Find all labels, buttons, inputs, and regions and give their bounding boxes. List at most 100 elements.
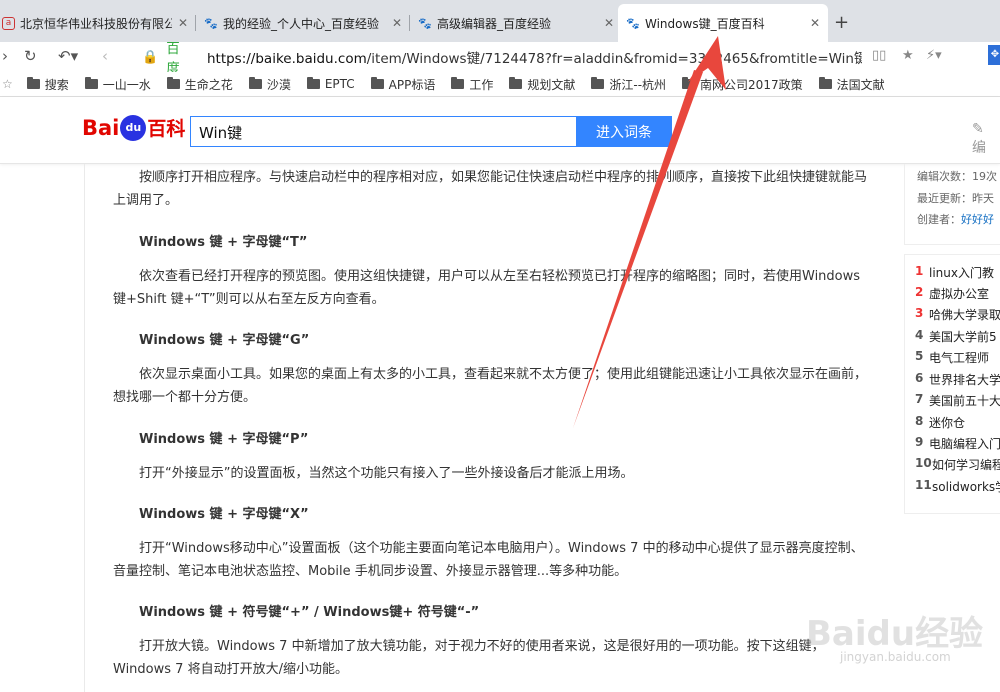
creator-link[interactable]: 好好好 [961,213,994,226]
list-item[interactable]: 2 虚拟办公室 [915,285,989,302]
close-icon[interactable]: ✕ [392,16,402,30]
bookmark-label: 浙江--杭州 [609,77,667,92]
star-icon[interactable]: ★ [902,48,914,63]
list-item[interactable]: 10 如何学习编程 [915,456,1000,473]
folder-icon [682,77,696,89]
pencil-icon[interactable]: ✎ 编 [972,121,1000,157]
bookmark-label: 一山一水 [102,77,151,92]
rank-number: 3 [915,306,924,320]
list-item[interactable]: 9 电脑编程入门 [915,435,1000,452]
close-icon[interactable]: ✕ [810,16,820,30]
tab-label: Windows键_百度百科 [645,16,765,31]
creator-label: 创建者： [917,213,961,226]
folder-icon [84,77,98,89]
star-icon[interactable]: ☆ [2,77,13,91]
bookmark-label: 沙漠 [266,77,291,92]
rank-number: 2 [915,285,924,299]
bookmarks-bar: ☆ 搜索 一山一水 生命之花 沙漠 EPTC APP标语 工作 规划文献 浙江-… [0,72,1000,97]
lightning-icon[interactable]: ⚡▾ [926,48,942,63]
reload-icon[interactable]: ↻ [24,47,37,65]
folder-icon [306,77,320,89]
article-content: 按顺序打开相应程序。与快速启动栏中的程序相对应，如果您能记住快速启动栏中程序的排… [84,164,885,692]
folder-icon [591,77,605,89]
back-icon[interactable]: ‹ [102,47,108,65]
bookmark-folder[interactable]: 生命之花 [166,76,233,93]
bookmark-folder[interactable]: EPTC [306,77,355,91]
list-item[interactable]: 4 美国大学前5 [915,328,997,345]
logo-text: Bai [82,115,120,140]
tab-advanced-editor[interactable]: 🐾 高级编辑器_百度经验 ✕ [410,6,622,40]
bookmark-label: 搜索 [44,77,69,92]
rank-number: 5 [915,349,924,363]
bookmark-label: 生命之花 [184,77,233,92]
folder-icon [26,77,40,89]
list-item[interactable]: 5 电气工程师 [915,349,989,366]
list-item[interactable]: 6 世界排名大学 [915,371,1000,388]
paragraph: 打开“Windows移动中心”设置面板（这个功能主要面向笔记本电脑用户）。Win… [113,541,864,579]
rank-number: 9 [915,435,924,449]
creator-row: 创建者：好好好 [917,211,994,227]
rank-number: 6 [915,371,924,385]
tab-my-experience[interactable]: 🐾 我的经验_个人中心_百度经验 ✕ [196,6,410,40]
bookmark-folder[interactable]: 一山一水 [84,76,151,93]
tab-hengwei[interactable]: a 北京恒华伟业科技股份有限公司 ✕ [0,6,196,40]
forward-icon[interactable]: › [2,47,8,65]
list-item-label: 如何学习编程 [932,458,1000,472]
bookmark-folder[interactable]: APP标语 [370,76,436,93]
bookmark-folder[interactable]: 法国文献 [818,76,885,93]
bookmark-folder[interactable]: 南网公司2017政策 [682,76,803,93]
paw-icon: 🐾 [626,16,640,30]
logo-text-cn: 百科 [147,118,186,140]
close-icon[interactable]: ✕ [604,16,614,30]
rank-number: 10 [915,456,932,470]
list-item[interactable]: 3 哈佛大学录取 [915,306,1000,323]
edit-count: 编辑次数：19次 [917,170,997,183]
paragraph: 打开“外接显示”的设置面板，当然这个功能只有接入了一些外接设备后才能派上用场。 [139,466,634,481]
list-item-label: 电气工程师 [929,351,990,365]
bookmark-folder[interactable]: 沙漠 [248,76,291,93]
url-path: /item/Windows键/7124478?fr=aladdin&fromid… [366,51,862,67]
new-tab-icon[interactable]: + [834,12,849,33]
paragraph: 依次显示桌面小工具。如果您的桌面上有太多的小工具，查看起来就不太方便了；使用此组… [113,367,868,405]
watermark-cn: 经验 [915,614,984,654]
paragraph: 按顺序打开相应程序。与快速启动栏中的程序相对应，如果您能记住快速启动栏中程序的排… [113,170,868,208]
paw-logo-icon: du [120,114,147,141]
site-name: 百度 [166,41,180,77]
a-icon: a [2,16,15,30]
list-item-label: 哈佛大学录取 [929,308,1000,322]
paragraph: 依次查看已经打开程序的预览图。使用这组快捷键，用户可以从左至右轻松预览已打开程序… [113,269,861,307]
paw-icon: 🐾 [418,16,432,30]
tab-label: 高级编辑器_百度经验 [437,16,552,31]
paw-icon: 🐾 [204,16,218,30]
reader-icon[interactable]: ▯▯ [872,48,886,63]
close-icon[interactable]: ✕ [178,16,188,30]
url-field[interactable]: 🔒 百度 https://baike.baidu.com/item/Window… [142,41,862,77]
bookmark-label: APP标语 [388,77,436,92]
url-text: https://baike.baidu.com/item/Windows键/71… [207,47,862,67]
bookmark-label: 南网公司2017政策 [700,77,803,92]
rank-number: 1 [915,264,924,278]
list-item-label: solidworks学 [932,480,1000,494]
enter-entry-button[interactable]: 进入词条 [576,116,672,147]
bookmark-folder[interactable]: 搜索 [26,76,69,93]
tab-windows-key[interactable]: 🐾 Windows键_百度百科 ✕ [618,4,828,42]
list-item-label: linux入门教 [929,266,994,280]
bookmark-folder[interactable]: 浙江--杭州 [591,76,666,93]
entry-stats: 编辑次数：19次 最近更新：昨天 创建者：好好好 [904,164,1000,245]
section-heading: Windows 键 + 字母键“X” [139,507,309,522]
list-item[interactable]: 1 linux入门教 [915,264,994,281]
list-item[interactable]: 11 solidworks学 [915,478,1000,495]
list-item[interactable]: 7 美国前五十大 [915,392,1000,409]
url-host: https://baike.baidu.com [206,51,367,67]
search-input[interactable]: Win键 [190,116,578,147]
extension-icon[interactable]: ✥ [988,45,1000,65]
bookmark-folder[interactable]: 规划文献 [509,76,575,93]
watermark-url: jingyan.baidu.com [840,650,951,664]
bookmark-folder[interactable]: 工作 [451,76,493,93]
baike-logo[interactable]: Bai du 百科 [82,114,185,141]
tab-label: 我的经验_个人中心_百度经验 [223,16,380,31]
watermark-brand: Bai [806,614,867,654]
folder-icon [818,77,832,89]
undo-icon[interactable]: ↶▾ [58,47,78,65]
list-item[interactable]: 8 迷你仓 [915,414,965,431]
